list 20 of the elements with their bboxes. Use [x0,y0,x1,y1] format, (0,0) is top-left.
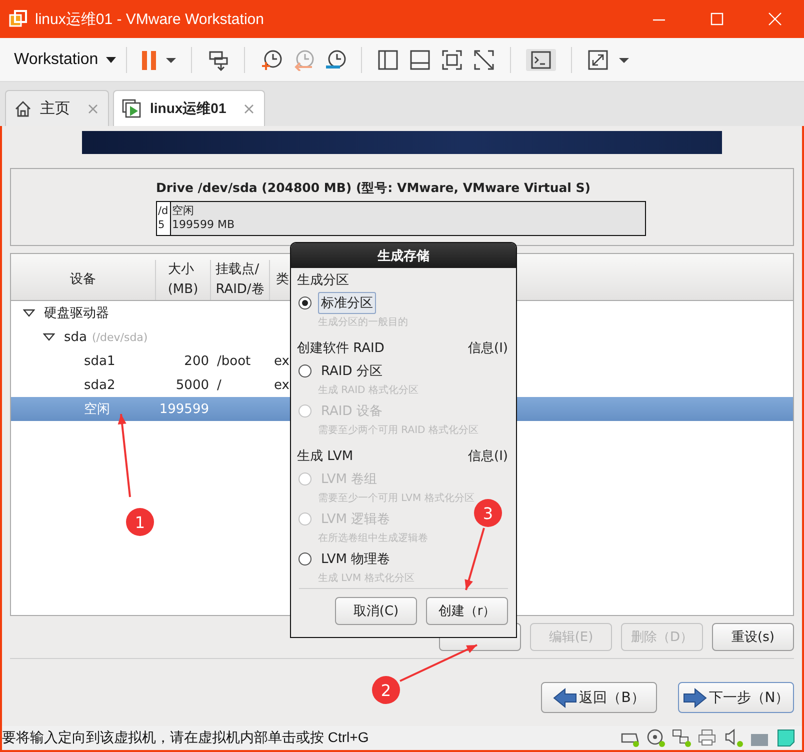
drive-title: Drive /dev/sda (204800 MB) (型号: VMware, VMware Virtual S) [156,180,592,197]
size-cell: 199599 [159,402,209,416]
dialog-title: 生成存储 [378,248,430,264]
status-message: 要将输入定向到该虚拟机，请在虚拟机内部单击或按 Ctrl+G [2,729,369,747]
device-name: sda [64,330,87,344]
mount-cell: /boot [217,354,251,368]
size-cell: 5000 [176,378,209,392]
type-cell: ex [274,378,290,392]
section-heading: 创建软件 RAID [297,340,384,357]
device-name: sda2 [84,378,116,392]
size-cell: 200 [184,354,209,368]
device-name: sda1 [84,354,116,368]
mount-cell: / [217,378,222,392]
device-name: 硬盘驱动器 [44,305,109,322]
device-name: 空闲 [84,401,110,418]
type-cell: ex [274,354,290,368]
window-title: linux运维01 - VMware Workstation [35,10,264,28]
section-heading: 生成分区 [297,272,349,289]
device-path: (/dev/sda) [92,330,148,344]
section-heading: 生成 LVM [297,448,354,465]
